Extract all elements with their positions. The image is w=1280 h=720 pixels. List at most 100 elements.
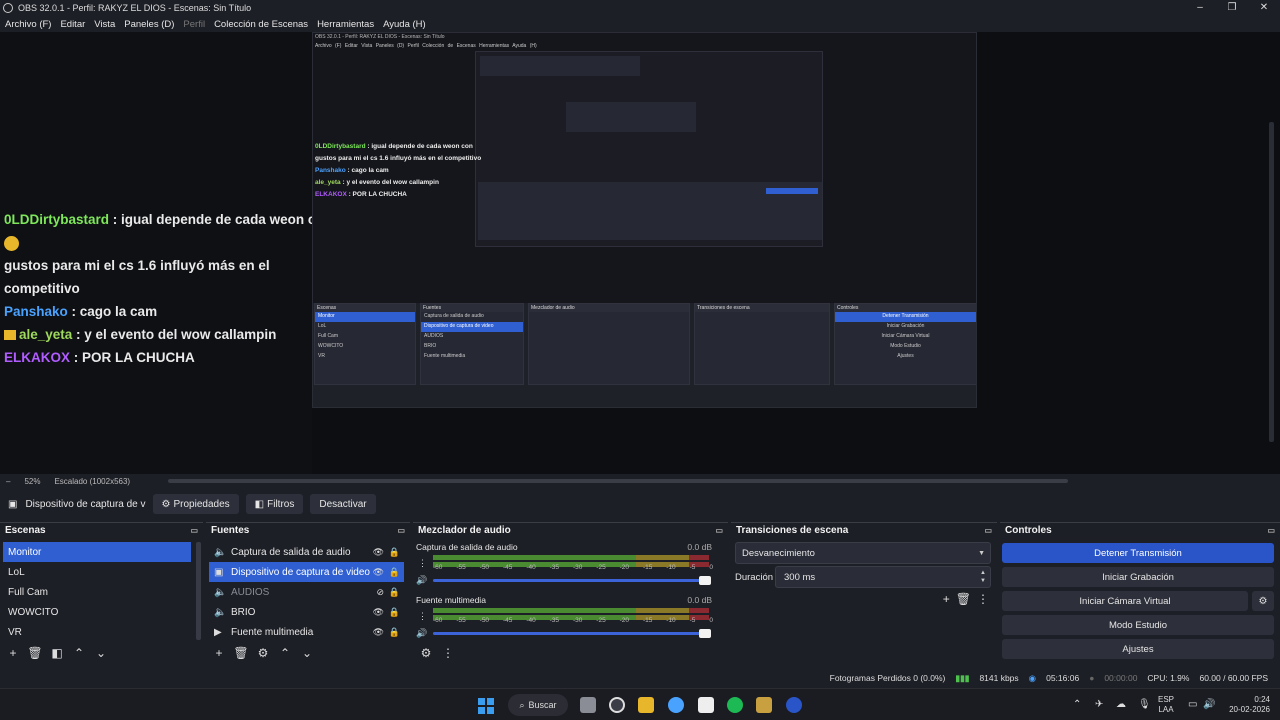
eye-icon[interactable]: 👁	[373, 567, 384, 578]
eye-hidden-icon[interactable]: ⊘	[376, 587, 384, 598]
volume-icon[interactable]: 🔊	[1203, 699, 1215, 710]
move-up-icon[interactable]: ⌃	[276, 646, 294, 660]
virtual-cam-settings-button[interactable]: ⚙	[1252, 591, 1274, 611]
dock-float-icon[interactable]: ▭	[715, 526, 723, 535]
camera-icon: ▣	[8, 498, 18, 510]
menu-ayuda[interactable]: Ayuda (H)	[383, 19, 426, 30]
menu-vista[interactable]: Vista	[94, 19, 115, 30]
eye-icon[interactable]: 👁	[373, 607, 384, 618]
source-item[interactable]: 🔈 AUDIOS ⊘ 🔒	[209, 582, 404, 602]
transition-select[interactable]: Desvanecimiento ▼	[735, 542, 991, 564]
windows-start-icon[interactable]	[478, 698, 494, 714]
move-down-icon[interactable]: ⌄	[92, 646, 110, 660]
league-icon[interactable]	[756, 697, 772, 713]
clock[interactable]: 0:24 20-02-2026	[1224, 695, 1270, 715]
tray-cloud-icon[interactable]: ☁	[1116, 699, 1126, 710]
remove-source-icon[interactable]: 🗑	[232, 646, 250, 660]
channel-menu-icon[interactable]: ⋮	[418, 611, 427, 622]
nested-chat-username: ale_yeta	[315, 179, 341, 186]
add-source-icon[interactable]: +	[210, 646, 228, 660]
preview-canvas[interactable]: 0LDDirtybastard : igual depende de cada …	[0, 32, 1280, 474]
chat-message: 0LDDirtybastard : igual depende de cada …	[4, 208, 344, 254]
lock-icon[interactable]: 🔒	[389, 567, 400, 578]
mixer-menu-icon[interactable]: ⋮	[439, 646, 457, 660]
move-up-icon[interactable]: ⌃	[70, 646, 88, 660]
speaker-icon[interactable]: 🔊	[416, 628, 427, 639]
source-item[interactable]: ▣ Dispositivo de captura de video 👁 🔒	[209, 562, 404, 582]
eye-icon[interactable]: 👁	[373, 547, 384, 558]
spin-arrows-icon[interactable]: ▲ ▼	[980, 569, 986, 585]
scene-item-monitor[interactable]: Monitor	[3, 542, 191, 562]
channel-menu-icon[interactable]: ⋮	[418, 558, 427, 569]
menu-archivo[interactable]: Archivo (F)	[5, 19, 51, 30]
crown-badge-icon	[4, 330, 16, 341]
slider-handle[interactable]	[699, 629, 711, 638]
scene-item-full-cam[interactable]: Full Cam	[3, 582, 191, 602]
tray-app-icon[interactable]: ✈	[1095, 699, 1103, 710]
stop-stream-button[interactable]: Detener Transmisión	[1002, 543, 1274, 563]
settings-button[interactable]: Ajustes	[1002, 639, 1274, 659]
source-item[interactable]: ▶ Fuente multimedia 👁 🔒	[209, 622, 404, 642]
start-virtual-cam-button[interactable]: Iniciar Cámara Virtual	[1002, 591, 1248, 611]
studio-mode-button[interactable]: Modo Estudio	[1002, 615, 1274, 635]
menu-coleccion-escenas[interactable]: Colección de Escenas	[214, 19, 308, 30]
dock-float-icon[interactable]: ▭	[190, 526, 198, 535]
scene-filters-icon[interactable]: ◧	[48, 646, 66, 660]
add-scene-icon[interactable]: +	[4, 646, 22, 660]
volume-slider[interactable]	[433, 576, 711, 585]
scene-item-wowcito[interactable]: WOWCITO	[3, 602, 191, 622]
tick-label: 0	[709, 564, 713, 571]
minimize-button[interactable]: –	[1184, 0, 1216, 16]
lock-icon[interactable]: 🔒	[389, 587, 400, 598]
dock-float-icon[interactable]: ▭	[397, 526, 405, 535]
lock-icon[interactable]: 🔒	[389, 627, 400, 638]
notepad-icon[interactable]	[698, 697, 714, 713]
add-transition-icon[interactable]: +	[943, 592, 950, 606]
dock-float-icon[interactable]: ▭	[984, 526, 992, 535]
tray-chevron-icon[interactable]: ⌃	[1073, 699, 1081, 710]
nested-scene-item: WOWCITO	[318, 343, 344, 349]
display-icon[interactable]: ▭	[1188, 699, 1197, 710]
move-down-icon[interactable]: ⌄	[298, 646, 316, 660]
scene-item-lol[interactable]: LoL	[3, 562, 191, 582]
tray-mic-icon[interactable]: 🎙	[1138, 699, 1151, 710]
battlenet-icon[interactable]	[786, 697, 802, 713]
properties-button[interactable]: ⚙ Propiedades	[152, 494, 239, 514]
lock-icon[interactable]: 🔒	[389, 607, 400, 618]
spotify-icon[interactable]	[727, 697, 743, 713]
lock-icon[interactable]: 🔒	[389, 547, 400, 558]
task-view-icon[interactable]	[580, 697, 596, 713]
menu-editar[interactable]: Editar	[60, 19, 85, 30]
scene-item-vr[interactable]: VR	[3, 622, 191, 642]
speaker-icon[interactable]: 🔊	[416, 575, 427, 586]
dock-float-icon[interactable]: ▭	[1267, 526, 1275, 535]
remove-transition-icon[interactable]: 🗑	[956, 592, 971, 606]
source-item[interactable]: 🔈 BRIO 👁 🔒	[209, 602, 404, 622]
duration-input[interactable]: 300 ms ▲ ▼	[775, 566, 991, 588]
menu-paneles[interactable]: Paneles (D)	[124, 19, 174, 30]
language-indicator[interactable]: ESP LAA	[1158, 695, 1174, 715]
source-settings-icon[interactable]: ⚙	[254, 646, 272, 660]
zoom-minus-icon[interactable]: –	[6, 477, 10, 486]
chrome-icon[interactable]	[668, 697, 684, 713]
start-recording-button[interactable]: Iniciar Grabación	[1002, 567, 1274, 587]
remove-scene-icon[interactable]: 🗑	[26, 646, 44, 660]
volume-slider[interactable]	[433, 629, 711, 638]
preview-vertical-scrollbar[interactable]	[1269, 122, 1274, 442]
source-item[interactable]: 🔈 Captura de salida de audio 👁 🔒	[209, 542, 404, 562]
scenes-scrollbar[interactable]	[196, 542, 201, 640]
menu-herramientas[interactable]: Herramientas	[317, 19, 374, 30]
obs-taskbar-icon[interactable]	[609, 697, 625, 713]
transition-menu-icon[interactable]: ⋮	[977, 592, 989, 606]
menu-perfil[interactable]: Perfil	[183, 19, 205, 30]
mixer-settings-icon[interactable]: ⚙	[417, 646, 435, 660]
taskbar-search[interactable]: ⌕ Buscar	[508, 694, 568, 716]
maximize-button[interactable]: ❐	[1216, 0, 1248, 16]
deactivate-button[interactable]: Desactivar	[310, 494, 376, 514]
close-button[interactable]: ✕	[1248, 0, 1280, 16]
preview-horizontal-scrollbar[interactable]	[168, 479, 1068, 483]
slider-handle[interactable]	[699, 576, 711, 585]
eye-icon[interactable]: 👁	[373, 627, 384, 638]
file-explorer-icon[interactable]	[638, 697, 654, 713]
filters-button[interactable]: ◧ Filtros	[245, 494, 304, 514]
